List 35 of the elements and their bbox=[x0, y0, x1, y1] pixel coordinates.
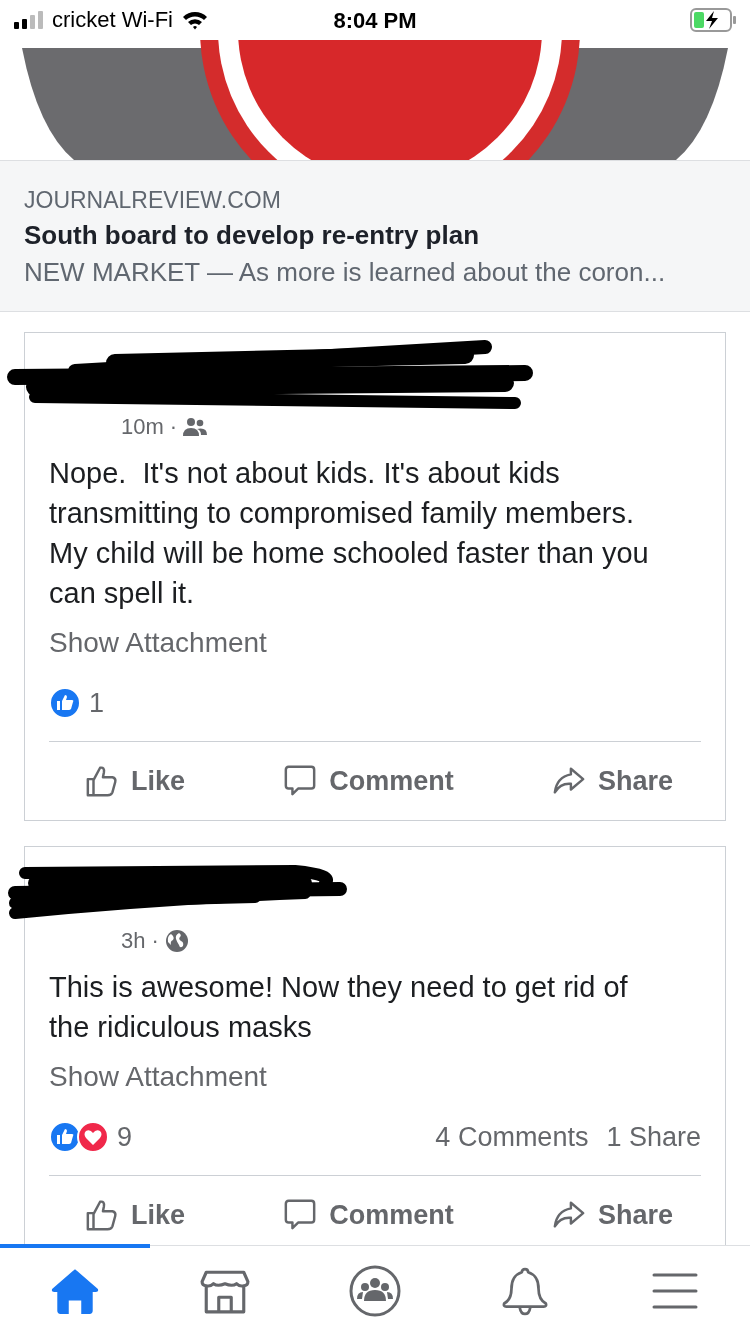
comment-action-button[interactable]: Comment bbox=[283, 764, 454, 798]
link-snippet: NEW MARKET — As more is learned about the coron... bbox=[24, 257, 667, 288]
thumbs-up-icon bbox=[85, 1198, 119, 1232]
signal-icon bbox=[14, 11, 44, 29]
wifi-icon bbox=[181, 10, 209, 30]
show-attachment-link[interactable]: Show Attachment bbox=[49, 1061, 267, 1093]
comment-count[interactable]: 4 Comments bbox=[435, 1121, 589, 1153]
show-attachment-link[interactable]: Show Attachment bbox=[49, 627, 267, 659]
share-action-button[interactable]: Share bbox=[551, 1198, 673, 1232]
post-text: This is awesome! Now they need to get rid of the ridiculous masks bbox=[49, 970, 629, 1045]
post-time: 10m bbox=[121, 414, 164, 440]
speech-bubble-icon bbox=[283, 764, 318, 798]
thumbs-up-icon bbox=[85, 764, 119, 798]
reaction-count: 1 bbox=[89, 687, 105, 719]
like-reaction-icon bbox=[49, 1121, 81, 1153]
share-count[interactable]: 1 Share bbox=[606, 1121, 701, 1153]
carrier-name: cricket Wi-Fi bbox=[52, 7, 173, 33]
post-time: 3h bbox=[121, 928, 146, 954]
link-title: South board to develop re-entry plan bbox=[24, 220, 481, 251]
share-action-button[interactable]: Share bbox=[551, 764, 673, 798]
like-action-button[interactable]: Like bbox=[85, 764, 186, 798]
link-preview[interactable]: JOURNALREVIEW.COM South board to develop re-entry plan NEW MARKET — As more is learned about the coron... bbox=[0, 160, 750, 312]
groups-icon bbox=[349, 1265, 401, 1317]
like-reaction-icon bbox=[49, 687, 81, 719]
link-domain: JOURNALREVIEW.COM bbox=[24, 187, 282, 214]
post-text: Nope. It's not about kids. It's about kids transmitting to compromised family members. My child will be home schooled faster than you can spell it. bbox=[49, 456, 650, 611]
separator-dot: · bbox=[151, 928, 159, 954]
like-action-button[interactable]: Like bbox=[85, 1198, 186, 1232]
speech-bubble-icon bbox=[283, 1198, 318, 1232]
comment-action-button[interactable]: Comment bbox=[283, 1198, 454, 1232]
bell-icon bbox=[500, 1266, 550, 1316]
separator-dot: · bbox=[169, 414, 178, 440]
heart-reaction-icon bbox=[77, 1121, 109, 1153]
status-time: 8:04 PM bbox=[333, 8, 417, 34]
reaction-count: 9 bbox=[117, 1121, 133, 1153]
